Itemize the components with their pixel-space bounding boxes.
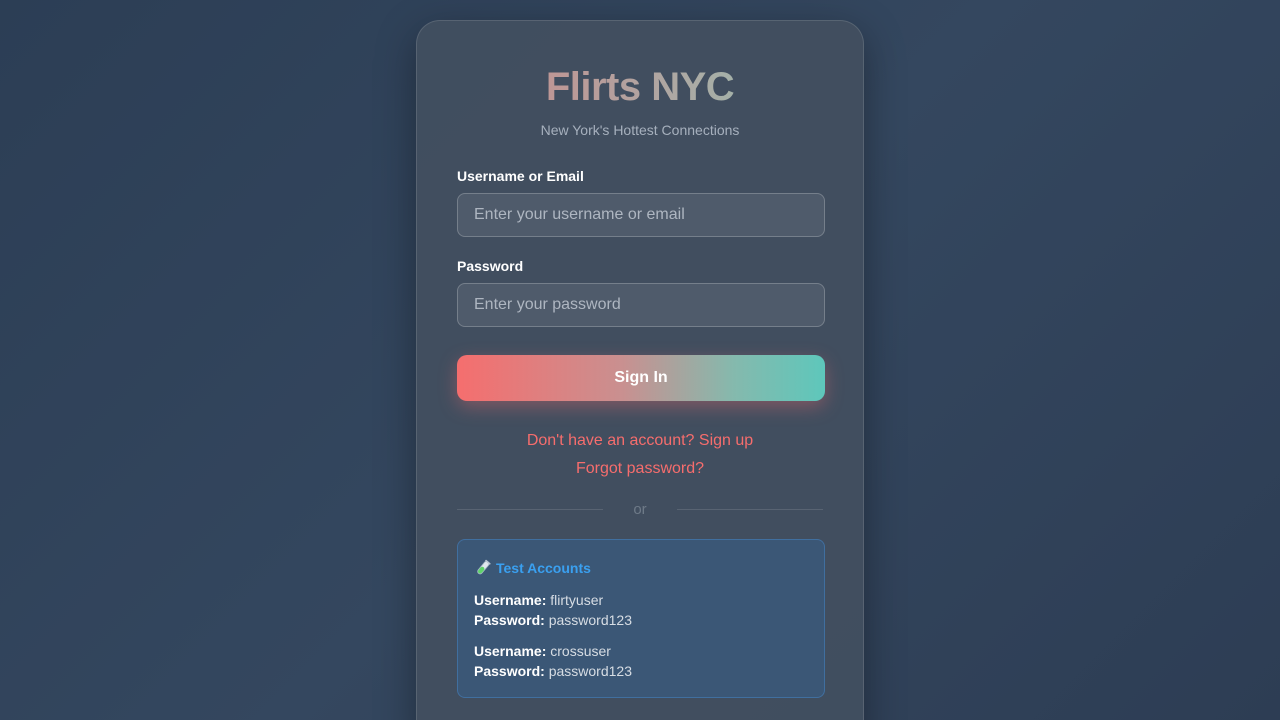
test-account-username-row: Username: flirtyuser [474,590,808,610]
password-value: password123 [548,663,632,679]
username-input[interactable] [457,193,825,237]
divider-line-right [677,508,823,510]
test-accounts-title: Test Accounts [496,560,591,576]
test-account-password-row: Password: password123 [474,610,808,630]
sign-up-link[interactable]: Don't have an account? Sign up [457,427,823,455]
test-tube-icon [474,559,492,577]
password-value: password123 [548,612,632,628]
password-key: Password: [474,612,545,628]
login-card: Flirts NYC New York's Hottest Connection… [416,20,864,720]
or-divider: or [457,497,823,521]
test-accounts-header: Test Accounts [474,558,808,578]
username-label: Username or Email [457,168,584,184]
test-account-2: Username: crossuser Password: password12… [474,641,808,681]
divider-text: or [633,500,647,518]
test-account-username-row: Username: crossuser [474,641,808,661]
auth-links: Don't have an account? Sign up Forgot pa… [457,427,823,483]
sign-in-button[interactable]: Sign In [457,355,825,401]
brand-tagline: New York's Hottest Connections [540,122,740,138]
password-label: Password [457,258,524,274]
username-value: crossuser [550,643,611,659]
test-account-password-row: Password: password123 [474,661,808,681]
forgot-password-link[interactable]: Forgot password? [457,455,823,483]
password-input[interactable] [457,283,825,327]
username-key: Username: [474,592,547,608]
test-accounts-panel: Test Accounts Username: flirtyuser Passw… [457,539,825,698]
username-value: flirtyuser [550,592,604,608]
divider-line-left [457,508,603,510]
brand-title: Flirts NYC [457,65,823,109]
test-account-1: Username: flirtyuser Password: password1… [474,590,808,630]
username-key: Username: [474,643,547,659]
password-key: Password: [474,663,545,679]
